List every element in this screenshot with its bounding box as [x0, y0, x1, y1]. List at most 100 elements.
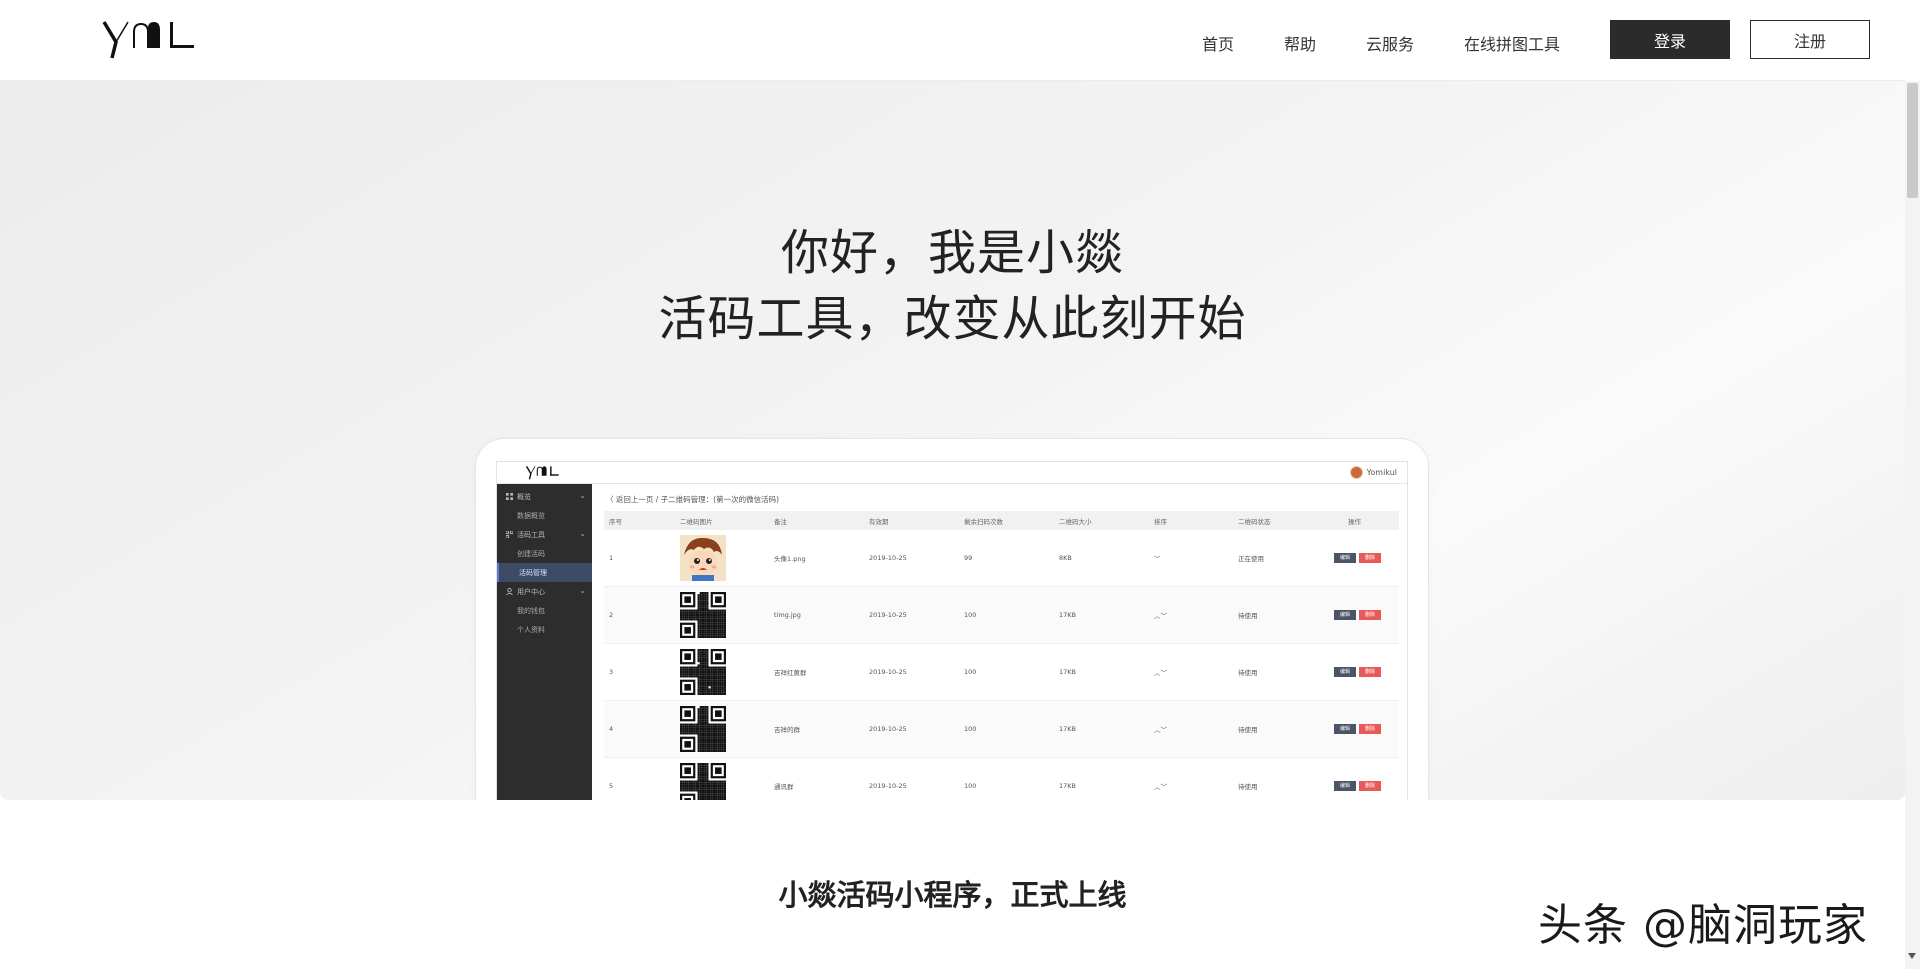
- nav-home[interactable]: 首页: [1202, 31, 1234, 55]
- row-actions: 编辑 删除: [1334, 644, 1381, 700]
- app-header: Yomikul: [497, 462, 1407, 484]
- row-size: 17KB: [1059, 782, 1076, 790]
- nav-cloud-service[interactable]: 云服务: [1366, 31, 1414, 55]
- table-body: 1 头像1.png 2019-10-25 99 8KB ﹀ 正在使用 编辑 删除 2 timg.jp…: [604, 530, 1399, 800]
- chevron-down-icon: ⌄: [579, 529, 586, 538]
- edit-button[interactable]: 编辑: [1334, 667, 1356, 677]
- register-button[interactable]: 注册: [1750, 20, 1870, 59]
- row-size: 17KB: [1059, 725, 1076, 733]
- delete-button[interactable]: 删除: [1359, 781, 1381, 791]
- row-expiry: 2019-10-25: [869, 554, 907, 562]
- row-expiry: 2019-10-25: [869, 611, 907, 619]
- sidebar-subitem-profile[interactable]: 个人资料: [497, 620, 592, 639]
- sidebar-subitem-manage-code[interactable]: 活码管理: [497, 563, 592, 582]
- sort-arrows-icon[interactable]: ︿﹀: [1154, 701, 1167, 757]
- row-status: 待使用: [1238, 783, 1258, 791]
- sidebar-subitem-data-overview[interactable]: 数据概览: [497, 506, 592, 525]
- row-note: timg.jpg: [774, 611, 801, 619]
- column-header: 二维码大小: [1059, 517, 1092, 526]
- app-user-menu[interactable]: Yomikul: [1349, 466, 1397, 479]
- delete-button[interactable]: 删除: [1359, 724, 1381, 734]
- chevron-down-icon: ⌄: [579, 491, 586, 500]
- row-index: 2: [609, 611, 614, 619]
- qr-code-icon: [680, 706, 726, 752]
- app-main-panel: 〈 返回上一页 / 子二维码管理：(第一次的微信活码) 序号 二维码图片 备注 …: [592, 484, 1407, 800]
- row-size: 17KB: [1059, 668, 1076, 676]
- table-row: 1 头像1.png 2019-10-25 99 8KB ﹀ 正在使用 编辑 删除: [604, 530, 1399, 587]
- column-header: 二维码图片: [680, 517, 713, 526]
- nav-online-collage-tool[interactable]: 在线拼图工具: [1464, 31, 1560, 55]
- column-header: 剩余扫码次数: [964, 517, 1003, 526]
- column-header: 排序: [1154, 517, 1167, 526]
- row-expiry: 2019-10-25: [869, 668, 907, 676]
- delete-button[interactable]: 删除: [1359, 553, 1381, 563]
- column-header: 序号: [609, 517, 622, 526]
- nav-help[interactable]: 帮助: [1284, 31, 1316, 55]
- scrollbar-track[interactable]: [1905, 81, 1920, 969]
- delete-button[interactable]: 删除: [1359, 667, 1381, 677]
- edit-button[interactable]: 编辑: [1334, 781, 1356, 791]
- qr-table: 序号 二维码图片 备注 有效期 剩余扫码次数 二维码大小 排序 二维码状态 操作…: [604, 511, 1399, 800]
- qr-image[interactable]: [680, 701, 726, 757]
- qr-image[interactable]: [680, 587, 726, 643]
- edit-button[interactable]: 编辑: [1334, 610, 1356, 620]
- hero-section: 你好，我是小燚 活码工具，改变从此刻开始 Yomikul 概览 ⌄ 数据概览 活…: [0, 81, 1905, 800]
- top-navigation: 首页 帮助 云服务 在线拼图工具 登录 注册: [0, 0, 1905, 81]
- qr-code-icon: [680, 592, 726, 638]
- table-row: 5 通讯群 2019-10-25 100 17KB ︿﹀ 待使用 编辑 删除: [604, 758, 1399, 800]
- row-status: 待使用: [1238, 726, 1258, 734]
- app-screenshot: Yomikul 概览 ⌄ 数据概览 活码工具 ⌄ 创建活码 活码管理 用户中心 …: [496, 461, 1408, 800]
- sidebar-subitem-wallet[interactable]: 我的钱包: [497, 601, 592, 620]
- qr-image[interactable]: [680, 758, 726, 800]
- app-logo: [525, 466, 559, 480]
- row-expiry: 2019-10-25: [869, 725, 907, 733]
- sidebar-item-label: 活码工具: [517, 530, 545, 539]
- edit-button[interactable]: 编辑: [1334, 553, 1356, 563]
- qr-code-icon: [680, 763, 726, 800]
- row-remaining-scans: 99: [964, 554, 973, 562]
- scrollbar-thumb[interactable]: [1907, 83, 1918, 198]
- row-note: 吉祥红黄群: [774, 669, 807, 677]
- delete-button[interactable]: 删除: [1359, 610, 1381, 620]
- row-size: 17KB: [1059, 611, 1076, 619]
- qr-image[interactable]: [680, 530, 726, 586]
- row-note: 吉祥的群: [774, 726, 800, 734]
- sort-arrows-icon[interactable]: ︿﹀: [1154, 758, 1167, 800]
- edit-button[interactable]: 编辑: [1334, 724, 1356, 734]
- row-actions: 编辑 删除: [1334, 530, 1381, 586]
- column-header: 二维码状态: [1238, 517, 1271, 526]
- row-note: 头像1.png: [774, 555, 806, 563]
- row-note: 通讯群: [774, 783, 794, 791]
- sidebar-item-user-center[interactable]: 用户中心 ⌄: [497, 582, 592, 601]
- row-status: 待使用: [1238, 669, 1258, 677]
- sidebar-item-label: 概览: [517, 492, 531, 501]
- row-remaining-scans: 100: [964, 611, 977, 619]
- chevron-down-icon: ⌄: [579, 586, 586, 595]
- grid-icon: [506, 493, 513, 500]
- qr-code-icon: [680, 649, 726, 695]
- row-actions: 编辑 删除: [1334, 587, 1381, 643]
- sidebar-subitem-create-code[interactable]: 创建活码: [497, 544, 592, 563]
- row-status: 待使用: [1238, 612, 1258, 620]
- row-status: 正在使用: [1238, 555, 1264, 563]
- app-sidebar: 概览 ⌄ 数据概览 活码工具 ⌄ 创建活码 活码管理 用户中心 ⌄ 我的钱包 个…: [497, 484, 592, 800]
- breadcrumb[interactable]: 〈 返回上一页 / 子二维码管理：(第一次的微信活码): [606, 494, 779, 505]
- row-remaining-scans: 100: [964, 668, 977, 676]
- column-header: 备注: [774, 517, 787, 526]
- sidebar-item-tools[interactable]: 活码工具 ⌄: [497, 525, 592, 544]
- sort-arrows-icon[interactable]: ︿﹀: [1154, 587, 1167, 643]
- qr-tool-icon: [506, 531, 513, 538]
- yml-logo[interactable]: [102, 18, 198, 60]
- login-button[interactable]: 登录: [1610, 20, 1730, 59]
- row-actions: 编辑 删除: [1334, 701, 1381, 757]
- table-row: 2 timg.jpg 2019-10-25 100 17KB ︿﹀ 待使用 编辑 删除: [604, 587, 1399, 644]
- row-remaining-scans: 100: [964, 725, 977, 733]
- sort-arrows-icon[interactable]: ﹀: [1154, 530, 1161, 586]
- app-username: Yomikul: [1366, 468, 1397, 477]
- row-remaining-scans: 100: [964, 782, 977, 790]
- row-size: 8KB: [1059, 554, 1072, 562]
- sort-arrows-icon[interactable]: ︿﹀: [1154, 644, 1167, 700]
- sidebar-item-overview[interactable]: 概览 ⌄: [497, 487, 592, 506]
- scroll-down-arrow-icon[interactable]: [1908, 953, 1916, 959]
- qr-image[interactable]: [680, 644, 726, 700]
